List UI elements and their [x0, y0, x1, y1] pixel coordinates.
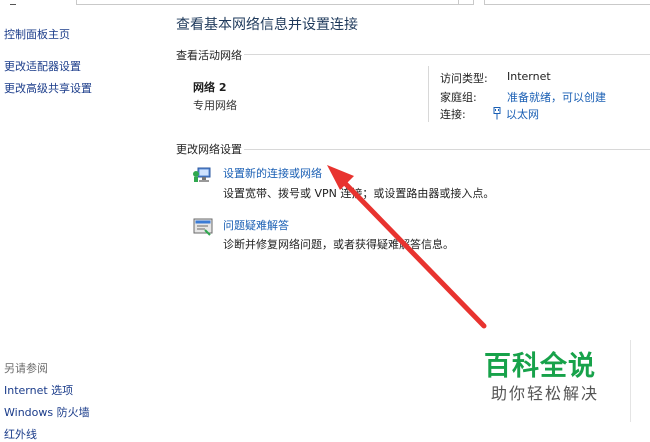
- search-box[interactable]: [484, 0, 650, 5]
- nav-arrow-icon[interactable]: [10, 0, 16, 5]
- vertical-divider: [428, 66, 429, 122]
- page-title: 查看基本网络信息并设置连接: [176, 17, 358, 33]
- access-type-value: Internet: [507, 70, 551, 83]
- see-also-label: 另请参阅: [4, 362, 48, 375]
- sidebar-internet-options-link[interactable]: Internet 选项: [4, 382, 73, 398]
- address-bar[interactable]: [76, 0, 474, 5]
- access-type-label: 访问类型:: [440, 72, 488, 85]
- sidebar-advanced-sharing-link[interactable]: 更改高级共享设置: [4, 80, 92, 96]
- sidebar-home-link[interactable]: 控制面板主页: [4, 26, 70, 42]
- section-divider: [244, 54, 650, 55]
- change-settings-heading: 更改网络设置: [176, 143, 242, 156]
- sidebar-infrared-link[interactable]: 红外线: [4, 426, 37, 442]
- homegroup-label: 家庭组:: [440, 91, 477, 104]
- troubleshoot-link[interactable]: 问题疑难解答: [223, 217, 289, 233]
- edge-divider: [630, 340, 631, 422]
- active-networks-heading: 查看活动网络: [176, 49, 242, 62]
- sidebar-adapter-settings-link[interactable]: 更改适配器设置: [4, 58, 81, 74]
- window-top-bar: [0, 0, 650, 6]
- sidebar-windows-firewall-link[interactable]: Windows 防火墙: [4, 404, 90, 420]
- network-name: 网络 2: [193, 81, 227, 94]
- address-bar-divider: [458, 0, 459, 4]
- homegroup-link[interactable]: 准备就绪，可以创建: [507, 89, 606, 105]
- setup-new-connection-desc: 设置宽带、拨号或 VPN 连接；或设置路由器或接入点。: [223, 187, 495, 200]
- troubleshoot-desc: 诊断并修复网络问题，或者获得疑难解答信息。: [223, 238, 454, 251]
- connection-value: 以太网: [506, 108, 539, 121]
- watermark-title: 百科全说: [484, 351, 596, 382]
- troubleshoot-icon: [193, 218, 213, 236]
- connection-link[interactable]: 以太网: [492, 106, 539, 122]
- watermark-subtitle: 助你轻松解决: [491, 384, 600, 403]
- setup-new-connection-link[interactable]: 设置新的连接或网络: [223, 165, 322, 181]
- connection-label: 连接:: [440, 108, 466, 121]
- network-type: 专用网络: [193, 99, 237, 112]
- network-setup-icon: [193, 167, 211, 182]
- section-divider: [244, 149, 650, 150]
- ethernet-icon: [493, 107, 501, 120]
